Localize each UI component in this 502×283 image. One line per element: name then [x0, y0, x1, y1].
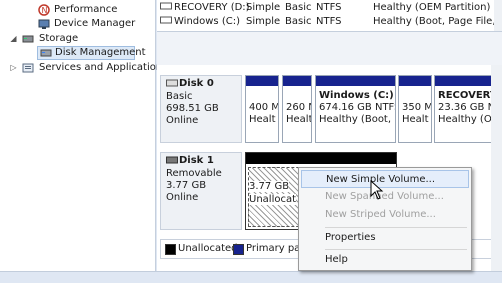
menu-item-label: Help: [325, 254, 348, 265]
volume-icon: [160, 1, 172, 16]
disk-0-header[interactable]: Disk 0 Basic 698.51 GB Online: [160, 75, 242, 143]
volume-name: Windows (C:): [174, 16, 240, 27]
tree-item-storage[interactable]: ◢ Storage: [10, 32, 150, 46]
volume-row[interactable]: RECOVERY (D:) Simple Basic NTFS Healthy …: [157, 1, 502, 15]
menu-item-properties[interactable]: Properties: [301, 229, 469, 247]
volume-filesystem: NTFS: [316, 2, 342, 13]
partition-bar: [316, 76, 395, 86]
disk-0-partition[interactable]: 400 M Healt: [245, 75, 279, 143]
disk-0-partition-windows[interactable]: Windows (C:) 674.16 GB NTFS Healthy (Boo…: [315, 75, 396, 143]
volume-list: RECOVERY (D:) Simple Basic NTFS Healthy …: [157, 0, 502, 32]
menu-item-new-striped-volume[interactable]: New Striped Volume...: [301, 206, 469, 224]
volume-name: RECOVERY (D:): [174, 2, 250, 13]
disk-1-header[interactable]: Disk 1 Removable 3.77 GB Online: [160, 152, 242, 230]
partition-bar: [283, 76, 311, 86]
disk-kind: Removable: [166, 168, 222, 179]
disk-0-partition[interactable]: 260 N Healt: [282, 75, 312, 143]
partition-bar: [246, 153, 396, 164]
partition-size: 350 M: [402, 102, 432, 113]
partition-name: Windows (C:): [319, 90, 394, 101]
disk-size: 3.77 GB: [166, 180, 207, 191]
volume-type: Basic: [285, 16, 312, 27]
tree-item-disk-management[interactable]: Disk Management: [37, 46, 146, 60]
volume-layout: Simple: [246, 2, 281, 13]
volume-type: Basic: [285, 2, 312, 13]
menu-item-label: Properties: [325, 232, 376, 243]
disk-state: Online: [166, 192, 199, 203]
disk-0-partition[interactable]: 350 M Healt: [398, 75, 432, 143]
menu-separator: [325, 249, 467, 250]
volume-icon: [160, 15, 172, 30]
legend-unallocated-swatch: [165, 244, 176, 255]
disk-icon: [166, 78, 178, 89]
context-menu: New Simple Volume... New Spanned Volume.…: [298, 167, 472, 271]
collapse-arrow-icon[interactable]: ◢: [10, 32, 17, 46]
volume-status: Healthy (Boot, Page File, Extended: [373, 16, 502, 27]
tree-item-label: Disk Management: [55, 47, 146, 58]
removable-disk-icon: [166, 155, 178, 166]
menu-item-label: New Striped Volume...: [325, 209, 436, 220]
pane-divider: [157, 32, 502, 65]
disk-title: Disk 0: [179, 78, 214, 89]
tree-item-label: Services and Applications: [39, 62, 168, 73]
tree-item-services-and-applications[interactable]: ▷ Services and Applications: [10, 61, 167, 75]
menu-separator: [325, 227, 467, 228]
menu-item-label: New Spanned Volume...: [325, 191, 444, 202]
mouse-cursor-icon: [370, 179, 384, 202]
menu-item-new-spanned-volume[interactable]: New Spanned Volume...: [301, 188, 469, 206]
volume-list-scrollbar[interactable]: [494, 0, 502, 31]
partition-bar: [246, 76, 278, 86]
tree-item-label: Performance: [54, 4, 118, 15]
partition-status: Healthy (OE: [438, 114, 499, 125]
volume-layout: Simple: [246, 16, 281, 27]
tree-item-performance[interactable]: N Performance: [25, 3, 150, 17]
disk-management-icon: [40, 47, 52, 59]
partition-status: Healthy (Boot, P: [319, 114, 396, 125]
disk-map-scrollbar[interactable]: [491, 65, 502, 271]
partition-bar: [399, 76, 431, 86]
menu-item-help[interactable]: Help: [301, 251, 469, 269]
partition-size: 400 M: [249, 102, 279, 113]
device-manager-icon: [38, 18, 50, 30]
partition-size: 3.77 GB: [249, 181, 290, 192]
volume-row[interactable]: Windows (C:) Simple Basic NTFS Healthy (…: [157, 15, 502, 29]
volume-status: Healthy (OEM Partition): [373, 2, 491, 13]
partition-size: 674.16 GB NTFS: [319, 102, 396, 113]
partition-status: Healt: [249, 114, 276, 125]
legend-primary-swatch: [233, 244, 244, 255]
partition-name: RECOVERY: [438, 90, 498, 101]
disk-state: Online: [166, 115, 199, 126]
status-bar: [0, 271, 502, 283]
menu-item-new-simple-volume[interactable]: New Simple Volume...: [301, 170, 469, 188]
expand-arrow-icon[interactable]: ▷: [10, 61, 17, 75]
svg-text:N: N: [42, 6, 48, 15]
partition-size: 260 N: [286, 102, 311, 113]
partition-status: Healt: [402, 114, 429, 125]
tree-item-label: Device Manager: [54, 18, 136, 29]
tree-item-device-manager[interactable]: Device Manager: [25, 17, 150, 31]
performance-icon: N: [38, 4, 50, 16]
partition-status: Unallocat: [249, 194, 297, 205]
volume-filesystem: NTFS: [316, 16, 342, 27]
tree-item-label: Storage: [39, 33, 79, 44]
disk-kind: Basic: [166, 91, 193, 102]
legend-unallocated-label: Unallocated: [178, 243, 238, 254]
disk-title: Disk 1: [179, 155, 214, 166]
disk-size: 698.51 GB: [166, 103, 219, 114]
services-icon: [22, 62, 34, 74]
navigation-tree: N Performance Device Manager ◢ Storage D…: [0, 0, 167, 271]
partition-status: Healt: [286, 114, 312, 125]
storage-icon: [22, 33, 34, 45]
